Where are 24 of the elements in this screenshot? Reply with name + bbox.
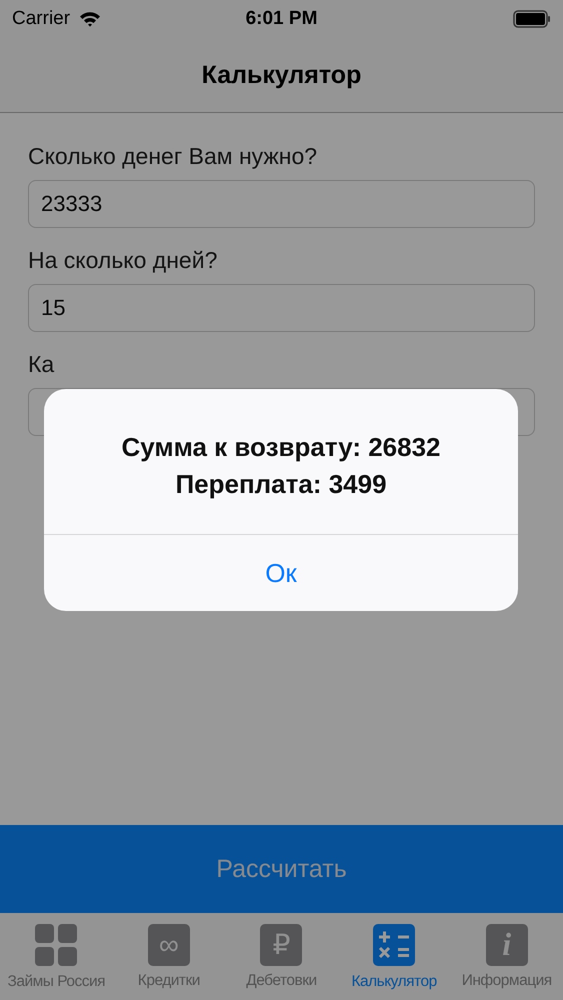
status-time: 6:01 PM [246, 8, 318, 30]
input-field[interactable]: 15 [28, 284, 535, 332]
tab-glyph-icon: ∞ [148, 924, 190, 966]
alert-message: Сумма к возврату: 26832 [121, 432, 441, 462]
tab-item[interactable]: Калькулятор [338, 922, 450, 990]
screen-title: Калькулятор [202, 60, 362, 90]
tab-item[interactable]: ₽ Дебетовки [225, 924, 338, 990]
tab-item[interactable]: i Информация [450, 924, 563, 990]
battery-icon [513, 10, 551, 28]
calculate-button[interactable]: Рассчитать [0, 825, 563, 913]
wifi-icon [79, 11, 102, 27]
field-label: Ка [28, 351, 54, 378]
field-label: На сколько дней? [28, 247, 218, 274]
tab-glyph-icon: ₽ [260, 924, 302, 966]
field-label: Сколько денег Вам нужно? [28, 143, 318, 170]
input-field[interactable]: 23333 [28, 180, 535, 228]
grid-icon [34, 922, 78, 966]
info-icon: i [486, 924, 528, 966]
ok-button[interactable]: Ок [44, 535, 518, 611]
tab-item[interactable]: ∞ Кредитки [112, 924, 225, 990]
carrier-name: Carrier [12, 8, 70, 30]
tab-item[interactable]: Займы Россия [0, 922, 112, 990]
calculator-icon [372, 922, 416, 966]
alert-message: Переплата: 3499 [175, 468, 387, 500]
